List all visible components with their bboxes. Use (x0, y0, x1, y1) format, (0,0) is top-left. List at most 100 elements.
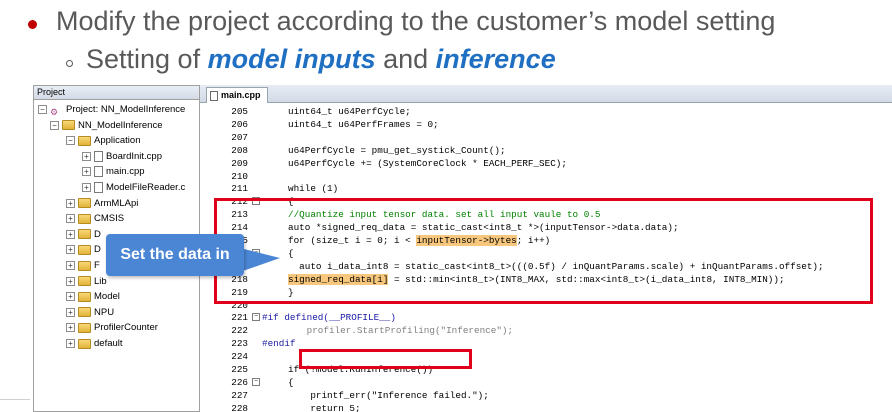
project-icon: ⚙ (50, 106, 59, 117)
tree-node[interactable]: + ModelFileReader.c (82, 180, 185, 195)
expand-icon[interactable]: + (66, 323, 75, 333)
tree-node[interactable]: + D (66, 242, 101, 257)
tree-node[interactable]: + F (66, 258, 100, 273)
fold-toggle-icon[interactable]: − (252, 313, 260, 322)
tree-node[interactable]: + ProfilerCounter (66, 320, 158, 335)
code-line: u64PerfCycle = pmu_get_systick_Count(); (288, 144, 506, 156)
line-number: 223 (231, 338, 248, 350)
tree-node[interactable]: − Application (66, 133, 140, 148)
expand-icon[interactable]: + (82, 167, 91, 177)
code-line: } (288, 286, 294, 298)
bullet-2-text: Setting of model inputs and inference (86, 44, 556, 75)
code-segment: for (size_t i = 0; i < (288, 235, 417, 246)
code-line: printf_err("Inference failed."); (288, 389, 489, 401)
tree-node[interactable]: + main.cpp (82, 164, 145, 179)
tab-main-cpp[interactable]: main.cpp (206, 87, 268, 103)
code-highlight: signed_req_data[i] (288, 273, 389, 285)
code-line: uint64_t u64PerfCycle; (288, 106, 411, 117)
tree-node[interactable]: − NN_ModelInference (50, 118, 163, 133)
tree-node-label: Project: NN_ModelInference (66, 104, 186, 115)
expand-icon[interactable]: + (66, 276, 75, 286)
code-line: { (288, 196, 294, 208)
expand-icon[interactable]: + (66, 261, 75, 270)
line-number: 208 (231, 144, 248, 156)
code-line: #endif (262, 338, 296, 350)
folder-icon (78, 307, 91, 318)
collapse-icon[interactable]: − (50, 120, 59, 130)
line-number: 213 (231, 209, 248, 221)
collapse-icon[interactable]: − (66, 136, 75, 146)
folder-icon (78, 291, 91, 302)
tree-node[interactable]: + NPU (66, 305, 114, 320)
line-number: 228 (231, 402, 248, 412)
tree-node-label: default (94, 338, 123, 349)
expand-icon[interactable]: + (66, 229, 75, 239)
expand-icon[interactable]: + (66, 292, 75, 302)
code-line: signed_req_data[i] = std::min<int8_t>(IN… (288, 273, 785, 286)
collapse-icon[interactable]: − (38, 105, 47, 114)
line-number: 211 (231, 183, 248, 195)
line-number: 222 (231, 325, 248, 337)
bullet-2-mid: and (375, 44, 436, 74)
code-line: auto i_data_int8 = static_cast<int8_t>((… (288, 260, 824, 272)
project-panel-title: Project (37, 87, 66, 97)
folder-icon (78, 213, 91, 224)
tree-node-label: CMSIS (94, 213, 125, 225)
tree-node[interactable]: + default (66, 336, 123, 351)
tree-node-label: F (94, 260, 100, 271)
folder-icon (78, 135, 91, 146)
tree-node[interactable]: + BoardInit.cpp (82, 149, 162, 164)
folder-icon (78, 229, 91, 240)
tree-node-label: Model (94, 291, 120, 303)
tree-node[interactable]: + ArmMLApi (66, 196, 138, 211)
code-line: #if defined(__PROFILE__) (262, 312, 396, 324)
line-number: 214 (231, 222, 248, 234)
line-number: 219 (231, 286, 248, 298)
tree-node-label: ProfilerCounter (94, 322, 158, 334)
fold-toggle-icon[interactable]: − (252, 197, 260, 206)
folder-icon (62, 120, 75, 131)
line-number: 220 (231, 299, 248, 311)
expand-icon[interactable]: + (66, 339, 75, 348)
tree-node-label: BoardInit.cpp (106, 150, 162, 162)
folder-icon (78, 276, 91, 287)
line-number: 225 (231, 364, 248, 375)
tree-node-label: D (94, 244, 101, 256)
expand-icon[interactable]: + (66, 198, 75, 208)
file-icon (94, 182, 103, 193)
expand-icon[interactable]: + (82, 151, 91, 161)
code-line: while (1) (288, 183, 339, 195)
editor-tabbar: main.cpp (200, 85, 892, 103)
tree-node-label: NPU (94, 306, 115, 318)
code-line: auto *signed_req_data = static_cast<int8… (288, 222, 679, 234)
tree-node-label: Lib (94, 275, 107, 287)
tree-node-label: Application (94, 135, 141, 147)
file-icon (94, 150, 103, 162)
line-number: 227 (231, 389, 248, 401)
tree-node-label: ArmMLApi (94, 197, 139, 209)
expand-icon[interactable]: + (66, 214, 75, 224)
line-number: 205 (231, 106, 248, 117)
code-line: { (288, 376, 294, 388)
code-line: return 5; (288, 402, 361, 412)
code-highlight: inputTensor->bytes (416, 235, 517, 246)
fold-toggle-icon[interactable]: − (252, 377, 260, 386)
bullet-1-text: Modify the project according to the cust… (56, 6, 776, 36)
callout-pointer (240, 248, 280, 272)
folder-icon (78, 244, 91, 255)
bullet-2-prefix: Setting of (86, 44, 208, 74)
tree-node[interactable]: + Model (66, 289, 120, 304)
line-number: 212 (231, 196, 248, 208)
expand-icon[interactable]: + (66, 245, 75, 255)
tree-node[interactable]: + Lib (66, 274, 107, 289)
tree-node[interactable]: − ⚙ Project: NN_ModelInference (38, 102, 185, 117)
bullet-dot-icon (28, 20, 37, 29)
expand-icon[interactable]: + (82, 183, 91, 192)
tree-node[interactable]: + CMSIS (66, 211, 124, 226)
callout-set-data: Set the data in (106, 234, 244, 276)
file-icon (94, 166, 103, 178)
code-line: profiler.StartProfiling("Inference"); (262, 325, 514, 337)
tree-node[interactable]: + D (66, 227, 101, 242)
expand-icon[interactable]: + (66, 307, 75, 317)
tree-node-label: ModelFileReader.c (106, 182, 186, 193)
